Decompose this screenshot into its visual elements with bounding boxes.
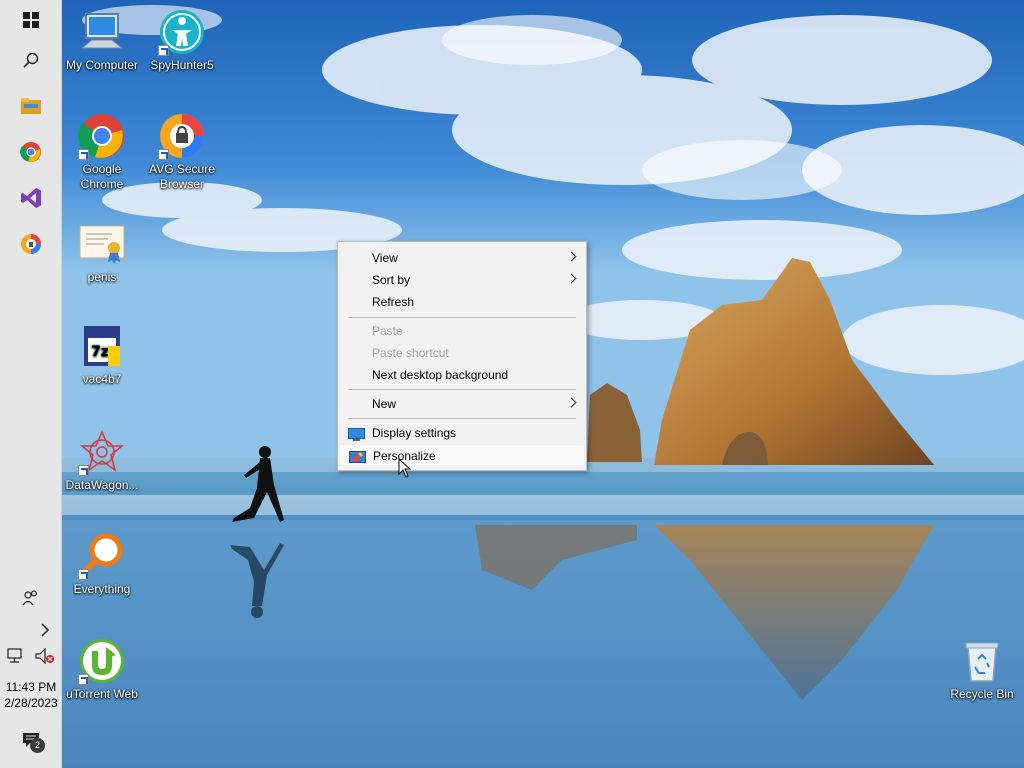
- menu-item-display-settings[interactable]: Display settings: [339, 422, 585, 444]
- submenu-arrow-icon: [566, 273, 577, 284]
- menu-item-paste-shortcut: Paste shortcut: [339, 342, 585, 364]
- avg-browser-icon: [158, 112, 206, 160]
- desktop-icon-utorrent-web[interactable]: uTorrent Web: [61, 637, 143, 702]
- 7z-archive-icon: 7z: [78, 322, 126, 370]
- desktop-icon-google-chrome[interactable]: Google Chrome: [61, 112, 143, 192]
- menu-item-new[interactable]: New: [339, 393, 585, 415]
- svg-text:7z: 7z: [91, 344, 109, 360]
- menu-item-label: Refresh: [372, 295, 415, 309]
- certificate-file-icon: [78, 220, 126, 268]
- datawagon-icon: [78, 428, 126, 476]
- computer-icon: [78, 8, 126, 56]
- desktop-icon-label: Recycle Bin: [950, 687, 1014, 701]
- avg-browser-icon[interactable]: [8, 224, 54, 264]
- menu-item-label: Display settings: [372, 426, 457, 440]
- recycle-bin-icon: [958, 637, 1006, 685]
- menu-separator: [348, 389, 576, 390]
- desktop-icon-label: DataWagon...: [65, 478, 139, 492]
- desktop-icon-label: penis: [87, 270, 117, 284]
- desktop-icon-avg-secure-browser[interactable]: AVG Secure Browser: [141, 112, 223, 192]
- chrome-icon[interactable]: [8, 132, 54, 172]
- desktop-icon-recycle-bin[interactable]: Recycle Bin: [941, 637, 1023, 702]
- display-settings-icon: [348, 426, 365, 441]
- network-icon[interactable]: [0, 636, 30, 676]
- menu-item-label: Next desktop background: [372, 368, 509, 382]
- menu-item-label: New: [372, 397, 397, 411]
- volume-muted-icon[interactable]: [30, 636, 60, 676]
- desktop-icon-spyhunter5[interactable]: SpyHunter5: [141, 8, 223, 73]
- notification-count-badge: 2: [30, 738, 45, 753]
- file-explorer-icon[interactable]: [8, 86, 54, 126]
- clock-time[interactable]: 11:43 PM: [0, 679, 62, 695]
- submenu-arrow-icon: [566, 251, 577, 262]
- menu-item-next-desktop-background[interactable]: Next desktop background: [339, 364, 585, 386]
- menu-item-label: Paste: [372, 324, 403, 338]
- everything-search-icon: [78, 532, 126, 580]
- desktop-icon-everything[interactable]: Everything: [61, 532, 143, 597]
- personalize-icon: [349, 449, 366, 463]
- submenu-arrow-icon: [566, 397, 577, 408]
- desktop-icon-label: SpyHunter5: [150, 58, 214, 72]
- desktop-icon-label: My Computer: [65, 58, 139, 72]
- menu-item-personalize[interactable]: Personalize: [339, 444, 585, 466]
- menu-item-label: Paste shortcut: [372, 346, 449, 360]
- desktop-icon-label: vac4b7: [82, 372, 122, 386]
- menu-item-view[interactable]: View: [339, 247, 585, 269]
- menu-separator: [348, 317, 576, 318]
- desktop-icon-label: Everything: [73, 582, 131, 596]
- clock-date[interactable]: 2/28/2023: [0, 695, 62, 711]
- menu-item-label: View: [372, 251, 398, 265]
- visual-studio-icon[interactable]: [8, 178, 54, 218]
- mouse-cursor-icon: [398, 457, 412, 481]
- desktop-context-menu: View Sort by Refresh Paste Paste shortcu…: [337, 241, 587, 471]
- desktop-icon-label: uTorrent Web: [66, 687, 138, 701]
- desktop-icon-datawagon[interactable]: DataWagon...: [61, 428, 143, 493]
- search-icon[interactable]: [8, 40, 54, 80]
- menu-item-refresh[interactable]: Refresh: [339, 291, 585, 313]
- menu-item-sort-by[interactable]: Sort by: [339, 269, 585, 291]
- menu-item-label: Sort by: [372, 273, 411, 287]
- utorrent-icon: [78, 637, 126, 685]
- desktop-icon-label: AVG Secure Browser: [149, 162, 215, 191]
- menu-item-paste: Paste: [339, 320, 585, 342]
- taskbar: 11:43 PM 2/28/2023 2: [0, 0, 62, 768]
- windows-start-icon[interactable]: [8, 0, 54, 40]
- chrome-icon: [78, 112, 126, 160]
- spyhunter-icon: [158, 8, 206, 56]
- desktop-icon-my-computer[interactable]: My Computer: [61, 8, 143, 73]
- menu-separator: [348, 418, 576, 419]
- desktop-icon-vac4b7[interactable]: 7z vac4b7: [61, 322, 143, 387]
- desktop-icon-label: Google Chrome: [80, 162, 124, 191]
- desktop-icon-penis[interactable]: penis: [61, 220, 143, 285]
